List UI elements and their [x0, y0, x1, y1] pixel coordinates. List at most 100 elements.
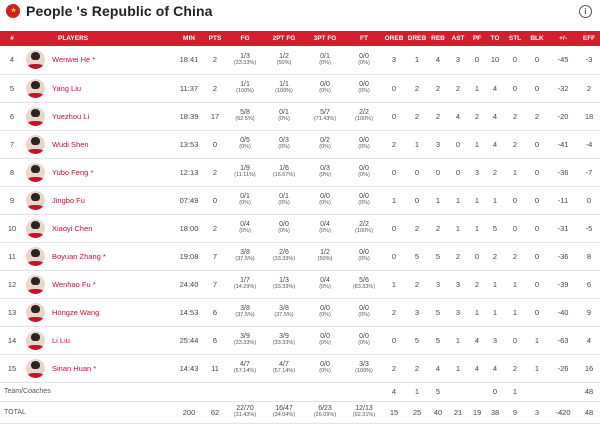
- two-pt-field-goals: 0/3: [279, 137, 289, 144]
- free-throws: 0/0: [359, 137, 369, 144]
- two-pt-field-goals-pct: (37.5%): [274, 312, 294, 318]
- col-header[interactable]: #: [0, 31, 24, 46]
- col-header[interactable]: PF: [468, 31, 486, 46]
- player-avatar: [26, 134, 45, 154]
- minutes: 11:37: [179, 83, 199, 93]
- col-header[interactable]: +/-: [548, 31, 578, 46]
- player-name-link[interactable]: Hongze Wang: [52, 308, 99, 317]
- pf-value: 4: [474, 363, 480, 373]
- pf-value: 1: [474, 83, 480, 93]
- player-row: 8 Yubo Feng * 12:13 2 1/9 (11.11%) 1/6 (16.67%)…: [0, 158, 600, 186]
- free-throws-pct: (0%): [358, 144, 370, 150]
- player-row: 12 Wenhao Fu * 24:40 7 1/7 (14.29%) 1/3 (33.33%…: [0, 270, 600, 298]
- three-pt-field-goals-pct: (0%): [319, 59, 331, 66]
- info-icon[interactable]: i: [579, 5, 592, 18]
- jersey-number: 10: [7, 223, 17, 233]
- china-flag-icon: [6, 4, 20, 18]
- points: 17: [210, 111, 220, 121]
- player-name-link[interactable]: Sinan Huan *: [52, 364, 96, 373]
- col-header[interactable]: 3PT FG: [304, 31, 346, 46]
- col-header[interactable]: 2PT FG: [264, 31, 304, 46]
- player-name-link[interactable]: Wenwei He *: [52, 55, 95, 64]
- player-name-link[interactable]: Jingbo Fu: [52, 196, 85, 205]
- jersey-number: 8: [9, 167, 15, 177]
- points: 11: [211, 363, 219, 373]
- oreb-value: 1: [391, 195, 397, 205]
- stl-value: 0: [512, 223, 518, 233]
- jersey-number: 11: [8, 251, 16, 261]
- free-throws-pct: (0%): [358, 200, 370, 206]
- total-label: TOTAL: [4, 408, 26, 416]
- player-name-link[interactable]: Yang Liu: [52, 84, 81, 93]
- ast-value: 1: [455, 223, 461, 233]
- player-name-link[interactable]: Xiaoyi Chen: [52, 224, 92, 233]
- col-header[interactable]: AST: [448, 31, 468, 46]
- player-name-link[interactable]: Boyuan Zhang *: [52, 252, 106, 261]
- oreb-value: 0: [391, 251, 397, 261]
- plus-minus: -31: [557, 223, 569, 233]
- efficiency: 16: [584, 363, 594, 373]
- col-header[interactable]: EFF: [578, 31, 600, 46]
- col-header[interactable]: DREB: [406, 31, 428, 46]
- col-header[interactable]: STL: [504, 31, 526, 46]
- plus-minus: -63: [557, 335, 569, 345]
- free-throws: 2/2: [359, 221, 369, 228]
- player-avatar: [26, 302, 45, 322]
- free-throws-pct: (0%): [358, 172, 370, 178]
- player-avatar: [26, 50, 45, 70]
- two-pt-field-goals-pct: (0%): [278, 200, 290, 206]
- free-throws: 0/0: [359, 81, 369, 88]
- plus-minus: -41: [557, 139, 569, 149]
- total-blk: 3: [534, 407, 540, 417]
- stl-value: 1: [512, 307, 518, 317]
- reb-value: 5: [435, 251, 441, 261]
- two-pt-field-goals-pct: (57.14%): [272, 368, 296, 374]
- to-value: 1: [492, 307, 498, 317]
- to-value: 1: [492, 195, 498, 205]
- player-name-link[interactable]: Li Liu: [52, 336, 70, 345]
- col-header[interactable]: REB: [428, 31, 448, 46]
- player-row: 5 Yang Liu 11:37 2 1/1 (100%) 1/1 (100%) 0/0 (0%)…: [0, 74, 600, 102]
- two-pt-field-goals: 0/0: [279, 221, 289, 228]
- stl-value: 0: [512, 195, 518, 205]
- player-name-link[interactable]: Wudi Shen: [52, 140, 89, 149]
- col-header[interactable]: PLAYERS: [24, 31, 174, 46]
- oreb-value: 0: [391, 111, 397, 121]
- col-header[interactable]: OREB: [382, 31, 406, 46]
- jersey-number: 13: [7, 307, 17, 317]
- player-name-link[interactable]: Wenhao Fu *: [52, 280, 96, 289]
- col-header[interactable]: TO: [486, 31, 504, 46]
- three-pt-field-goals-pct: (0%): [319, 284, 331, 290]
- ast-value: 1: [455, 363, 461, 373]
- minutes: 14:53: [179, 307, 199, 317]
- reb-value: 5: [435, 307, 441, 317]
- jersey-number: 15: [7, 363, 17, 373]
- efficiency: 18: [584, 111, 594, 121]
- free-throws: 2/2: [359, 109, 369, 116]
- two-pt-field-goals: 1/6: [279, 165, 289, 172]
- two-pt-field-goals-pct: (33.33%): [272, 340, 296, 346]
- col-header[interactable]: FG: [226, 31, 264, 46]
- two-pt-field-goals: 0/1: [279, 109, 289, 116]
- free-throws: 0/0: [359, 52, 369, 60]
- reb-value: 1: [435, 195, 441, 205]
- col-header[interactable]: BLK: [526, 31, 548, 46]
- total-pf: 19: [472, 407, 482, 417]
- oreb-value: 3: [391, 55, 397, 65]
- field-goals: 0/4: [240, 221, 250, 228]
- player-name-link[interactable]: Yubo Feng *: [52, 168, 93, 177]
- efficiency: -3: [585, 55, 593, 65]
- three-pt-field-goals-pct: (0%): [319, 340, 331, 346]
- free-throws-pct: (100%): [355, 116, 373, 122]
- col-header[interactable]: FT: [346, 31, 382, 46]
- dreb-value: 0: [414, 195, 420, 205]
- field-goals-pct: (0%): [239, 144, 251, 150]
- player-row: 13 Hongze Wang 14:53 6 3/8 (37.5%) 3/8 (37.5%) 0…: [0, 298, 600, 326]
- points: 6: [212, 335, 218, 345]
- pf-value: 1: [474, 223, 480, 233]
- player-name-link[interactable]: Yuezhou Li: [52, 112, 89, 121]
- to-value: 5: [492, 223, 498, 233]
- total-reb: 40: [433, 407, 443, 417]
- col-header[interactable]: MIN: [174, 31, 204, 46]
- col-header[interactable]: PTS: [204, 31, 226, 46]
